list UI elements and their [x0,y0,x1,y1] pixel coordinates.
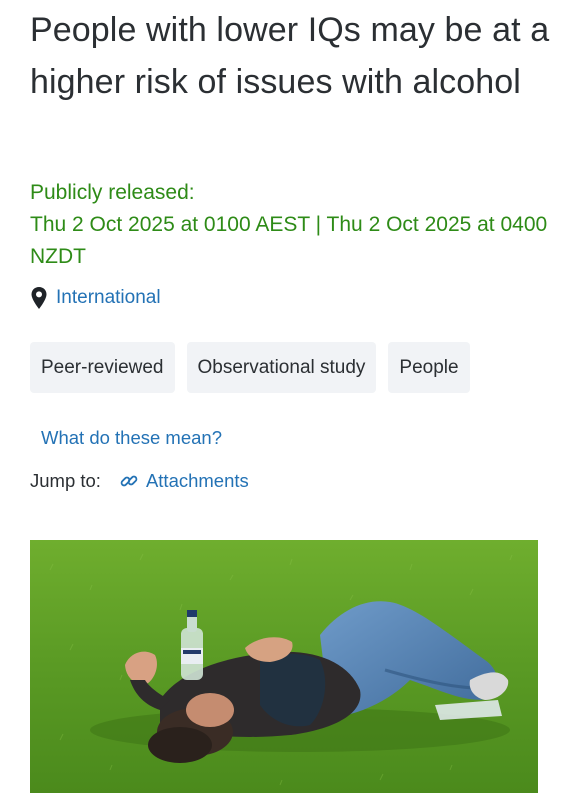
release-info: Publicly released: Thu 2 Oct 2025 at 010… [30,177,550,273]
link-icon [119,471,139,491]
tag-people[interactable]: People [388,342,470,393]
release-dates: Thu 2 Oct 2025 at 0100 AEST | Thu 2 Oct … [30,213,548,268]
tags-help-link[interactable]: What do these mean? [41,427,222,449]
jump-label: Jump to: [30,470,101,491]
map-pin-icon [30,286,48,310]
tag-list: Peer-reviewed Observational study People [30,342,470,393]
jump-to: Jump to: Attachments [30,470,249,492]
tag-observational-study[interactable]: Observational study [186,342,377,393]
location-link[interactable]: International [56,287,161,309]
article-headline: People with lower IQs may be at a higher… [30,11,550,101]
location: International [30,284,161,312]
article: People with lower IQs may be at a higher… [0,0,567,800]
tag-peer-reviewed[interactable]: Peer-reviewed [30,342,175,393]
release-label: Publicly released: [30,181,195,204]
attachments-link[interactable]: Attachments [146,470,249,492]
hero-image [30,540,538,793]
